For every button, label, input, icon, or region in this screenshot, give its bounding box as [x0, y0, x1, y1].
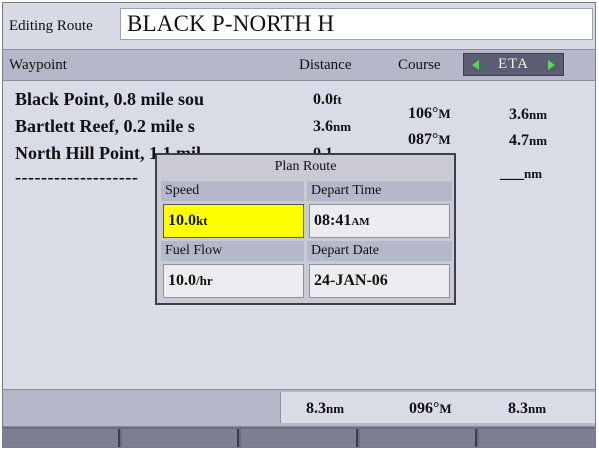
total-course: 096°M	[409, 400, 452, 417]
waypoint-column-header: Waypoint	[9, 57, 67, 73]
softkey-1[interactable]	[3, 429, 120, 447]
total-distance: 8.3nm	[306, 400, 345, 417]
waypoint-name[interactable]: Black Point, 0.8 mile sou	[15, 89, 285, 110]
plan-route-dialog: Plan Route Speed Depart Time 10.0kt 08:4…	[155, 153, 456, 305]
softkey-3[interactable]	[241, 429, 358, 447]
route-name-field[interactable]: BLACK P-NORTH H	[120, 8, 593, 40]
route-header: Editing Route BLACK P-NORTH H	[3, 3, 595, 47]
waypoint-eta: ___nm	[500, 165, 543, 182]
depart-date-field[interactable]: 24-JAN-06	[309, 264, 450, 298]
waypoint-course: 106°M	[408, 105, 451, 122]
softkey-5[interactable]	[479, 429, 595, 447]
speed-field[interactable]: 10.0kt	[163, 204, 304, 238]
waypoint-name[interactable]: Bartlett Reef, 0.2 mile s	[15, 116, 285, 137]
route-totals-bar: 8.3nm 096°M 8.3nm	[3, 389, 595, 427]
distance-column-header: Distance	[299, 57, 352, 73]
waypoint-eta: 4.7nm	[509, 132, 548, 149]
eta-column-selector[interactable]: ETA	[463, 53, 564, 76]
route-editor-screen: Editing Route BLACK P-NORTH H Waypoint D…	[2, 2, 596, 448]
plan-route-title: Plan Route	[274, 159, 337, 174]
fuel-flow-label: Fuel Flow	[161, 241, 304, 261]
empty-waypoint-slot[interactable]: -------------------	[15, 167, 155, 188]
waypoint-distance: 3.6nm	[313, 118, 352, 135]
waypoint-eta: 3.6nm	[509, 106, 548, 123]
column-header-bar: Waypoint Distance Course ETA	[3, 49, 595, 81]
waypoint-course: 087°M	[408, 131, 451, 148]
softkey-4[interactable]	[360, 429, 477, 447]
softkey-2[interactable]	[122, 429, 239, 447]
course-column-header: Course	[398, 57, 441, 73]
speed-label: Speed	[161, 181, 304, 201]
depart-time-label: Depart Time	[307, 181, 452, 201]
total-eta: 8.3nm	[508, 400, 547, 417]
softkey-bar	[3, 427, 595, 447]
right-arrow-icon[interactable]	[548, 60, 555, 70]
depart-time-field[interactable]: 08:41AM	[309, 204, 450, 238]
fuel-flow-field[interactable]: 10.0/hr	[163, 264, 304, 298]
depart-date-label: Depart Date	[307, 241, 452, 261]
editing-route-label: Editing Route	[9, 18, 93, 34]
waypoint-distance: 0.0ft	[313, 91, 342, 108]
